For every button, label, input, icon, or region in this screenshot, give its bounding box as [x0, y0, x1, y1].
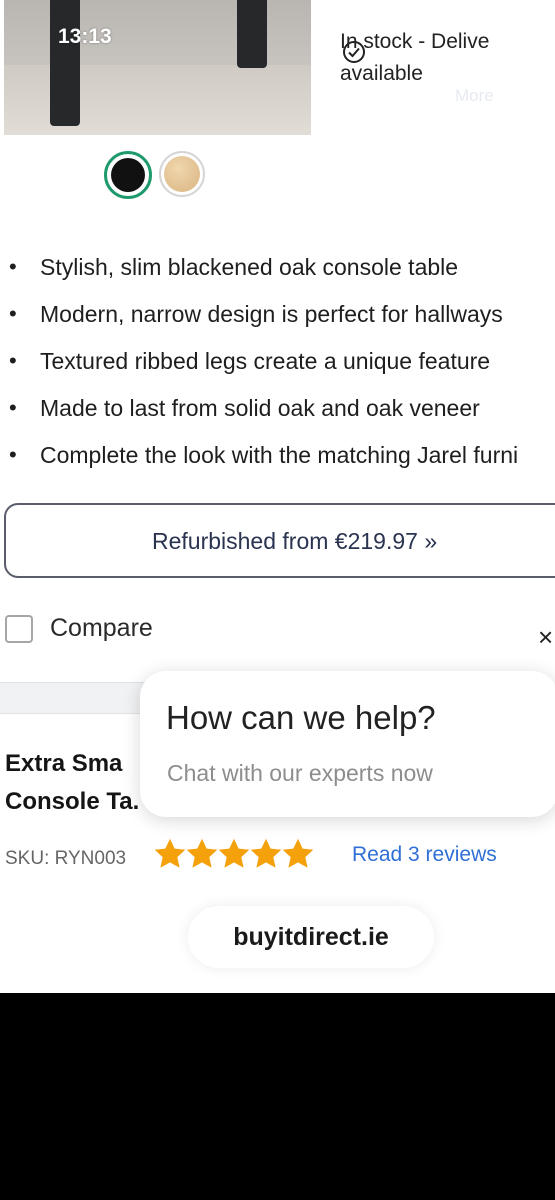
- feature-item: • Modern, narrow design is perfect for ha…: [0, 295, 555, 342]
- feature-text: Textured ribbed legs create a unique fea…: [40, 348, 491, 374]
- product-sku: SKU: RYN003: [5, 848, 127, 869]
- feature-text: Complete the look with the matching Jare…: [40, 442, 519, 468]
- compare-label[interactable]: Compare: [50, 614, 153, 643]
- bullet-icon: •: [9, 348, 17, 373]
- color-swatch-black[interactable]: [104, 151, 152, 199]
- site-domain-badge[interactable]: buyitdirect.ie: [188, 906, 434, 968]
- color-swatch-oak-fill: [164, 156, 200, 192]
- feature-text: Modern, narrow design is perfect for hal…: [40, 301, 503, 327]
- bullet-icon: •: [9, 395, 17, 420]
- feature-item: • Made to last from solid oak and oak ven…: [0, 389, 555, 436]
- product-image[interactable]: [4, 0, 311, 135]
- refurbished-button-label: Refurbished from €219.97 »: [152, 528, 438, 554]
- star-icon: [250, 838, 282, 868]
- bullet-icon: •: [9, 442, 17, 467]
- availability-line1: In stock - Delive: [340, 30, 490, 53]
- compare-checkbox[interactable]: [5, 615, 33, 643]
- color-swatch-black-fill: [111, 158, 145, 192]
- bullet-icon: •: [9, 301, 17, 326]
- star-icon: [154, 838, 186, 868]
- feature-text: Stylish, slim blackened oak console tabl…: [40, 254, 459, 280]
- table-leg-left: [50, 0, 80, 126]
- feature-item: • Stylish, slim blackened oak console tab…: [0, 248, 555, 295]
- read-reviews-link[interactable]: Read 3 reviews: [352, 843, 497, 867]
- status-time: 13:13: [58, 25, 112, 48]
- star-icon: [186, 838, 218, 868]
- chat-subtext: Chat with our experts now: [167, 760, 433, 786]
- bullet-icon: •: [9, 254, 17, 279]
- feature-item: • Textured ribbed legs create a unique fe…: [0, 342, 555, 389]
- star-rating: [152, 836, 314, 872]
- feature-text: Made to last from solid oak and oak vene…: [40, 395, 480, 421]
- product-title-line2: Console Ta.: [5, 788, 140, 815]
- product-page: 13:13 In stock - Delive available More •…: [0, 0, 555, 993]
- table-leg-right: [237, 0, 267, 68]
- refurbished-button[interactable]: Refurbished from €219.97 »: [4, 503, 555, 578]
- color-swatch-oak[interactable]: [159, 151, 205, 197]
- product-title-line1: Extra Sma: [5, 750, 123, 777]
- availability-more-link[interactable]: More: [455, 86, 494, 106]
- black-bottom-area: [0, 993, 555, 1200]
- close-icon[interactable]: ×: [538, 624, 553, 650]
- feature-item: • Complete the look with the matching Jar…: [0, 436, 555, 483]
- feature-list: • Stylish, slim blackened oak console tab…: [0, 248, 555, 483]
- chat-heading: How can we help?: [166, 699, 436, 736]
- star-icon: [218, 838, 250, 868]
- availability-text: In stock - Delive available: [340, 26, 489, 90]
- star-icon: [282, 838, 314, 868]
- chat-popup[interactable]: How can we help? Chat with our experts n…: [140, 671, 555, 817]
